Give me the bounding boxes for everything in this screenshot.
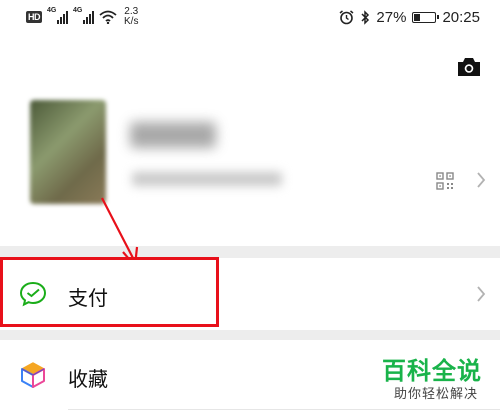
favorites-cube-icon <box>21 362 45 388</box>
battery-icon <box>412 11 440 23</box>
camera-icon[interactable] <box>456 56 482 78</box>
row-divider <box>68 409 500 410</box>
clock: 20:25 <box>442 8 480 26</box>
chevron-right-icon[interactable] <box>476 171 486 189</box>
signal-tag: 4G <box>47 7 57 14</box>
net-speed: 2.3 K/s <box>124 7 138 27</box>
signal-icon: 4G <box>73 7 94 24</box>
signal-icon: 4G <box>47 7 68 24</box>
qr-code-icon[interactable] <box>436 172 454 190</box>
bluetooth-icon <box>361 9 370 25</box>
menu-item-label: 收藏 <box>68 367 108 391</box>
battery-fill <box>414 13 420 21</box>
wifi-icon <box>99 10 117 24</box>
profile-id-redacted <box>132 172 282 186</box>
chevron-right-icon <box>477 286 486 302</box>
profile-name-redacted <box>130 122 216 148</box>
alarm-icon <box>339 9 354 24</box>
avatar[interactable] <box>30 100 106 204</box>
status-left: HD 4G 4G 2.3 K/s <box>0 7 138 27</box>
status-bar: HD 4G 4G 2.3 K/s 27% 20:25 <box>0 0 500 34</box>
battery-percent: 27% <box>376 8 407 26</box>
watermark-title: 百科全说 <box>382 357 482 385</box>
profile-card[interactable] <box>0 34 500 269</box>
net-speed-unit: K/s <box>124 16 139 27</box>
signal-tag: 4G <box>73 7 83 14</box>
status-right: 27% 20:25 <box>339 9 500 26</box>
hd-badge: HD <box>26 11 42 23</box>
watermark-subtitle: 助你轻松解决 <box>393 387 478 402</box>
highlight-box-annotation <box>0 257 219 327</box>
